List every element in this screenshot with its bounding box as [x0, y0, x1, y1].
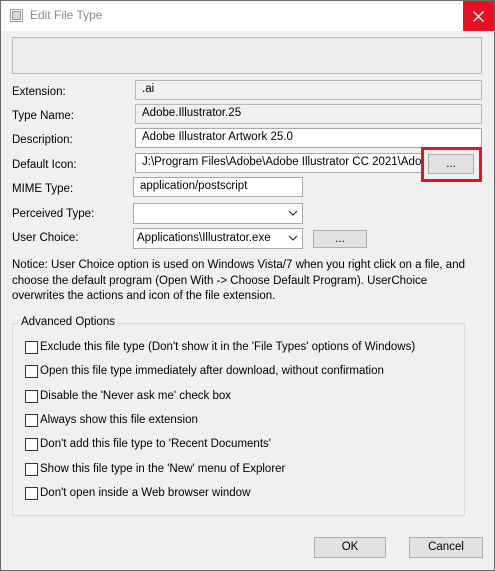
no-recent-documents-checkbox[interactable]	[25, 438, 38, 451]
header-panel	[12, 37, 482, 74]
perceived-type-select[interactable]	[133, 203, 303, 224]
exclude-checkbox-label[interactable]: Exclude this file type (Don't show it in…	[40, 341, 415, 353]
open-immediately-checkbox-label[interactable]: Open this file type immediately after do…	[40, 365, 384, 377]
exclude-checkbox[interactable]	[25, 341, 38, 354]
default-icon-label: Default Icon:	[12, 159, 77, 171]
description-field[interactable]: Adobe Illustrator Artwork 25.0	[135, 128, 482, 148]
no-browser-open-checkbox[interactable]	[25, 487, 38, 500]
no-browser-open-checkbox-label[interactable]: Don't open inside a Web browser window	[40, 487, 250, 499]
notice-text: Notice: User Choice option is used on Wi…	[12, 259, 465, 302]
always-show-extension-checkbox[interactable]	[25, 414, 38, 427]
description-label: Description:	[12, 134, 73, 146]
disable-never-ask-checkbox[interactable]	[25, 390, 38, 403]
mime-type-label: MIME Type:	[12, 183, 74, 195]
type-name-field[interactable]: Adobe.Illustrator.25	[135, 104, 482, 124]
show-in-new-menu-checkbox-label[interactable]: Show this file type in the 'New' menu of…	[40, 463, 285, 475]
user-choice-value: Applications\Illustrator.exe	[137, 232, 271, 244]
user-choice-label: User Choice:	[12, 232, 79, 244]
highlight-box	[421, 147, 482, 182]
disable-never-ask-checkbox-label[interactable]: Disable the 'Never ask me' check box	[40, 390, 231, 402]
extension-label: Extension:	[12, 86, 66, 98]
default-icon-field[interactable]: J:\Program Files\Adobe\Adobe Illustrator…	[135, 153, 423, 173]
chevron-down-icon	[288, 210, 298, 216]
close-icon	[473, 10, 484, 22]
show-in-new-menu-checkbox[interactable]	[25, 463, 38, 476]
always-show-extension-checkbox-label[interactable]: Always show this file extension	[40, 414, 198, 426]
no-recent-documents-checkbox-label[interactable]: Don't add this file type to 'Recent Docu…	[40, 438, 271, 450]
chevron-down-icon	[288, 235, 298, 241]
type-name-label: Type Name:	[12, 110, 74, 122]
ok-button[interactable]: OK	[314, 537, 386, 558]
user-choice-select[interactable]: Applications\Illustrator.exe	[133, 228, 303, 249]
mime-type-field[interactable]: application/postscript	[133, 177, 303, 197]
user-choice-browse-button[interactable]: ...	[313, 230, 367, 248]
open-immediately-checkbox[interactable]	[25, 365, 38, 378]
cancel-button[interactable]: Cancel	[409, 537, 483, 558]
app-icon	[10, 9, 23, 22]
extension-field[interactable]: .ai	[135, 80, 482, 100]
close-button[interactable]	[463, 1, 494, 31]
advanced-options-title: Advanced Options	[18, 316, 118, 328]
perceived-type-label: Perceived Type:	[12, 208, 95, 220]
window-title: Edit File Type	[30, 8, 103, 22]
